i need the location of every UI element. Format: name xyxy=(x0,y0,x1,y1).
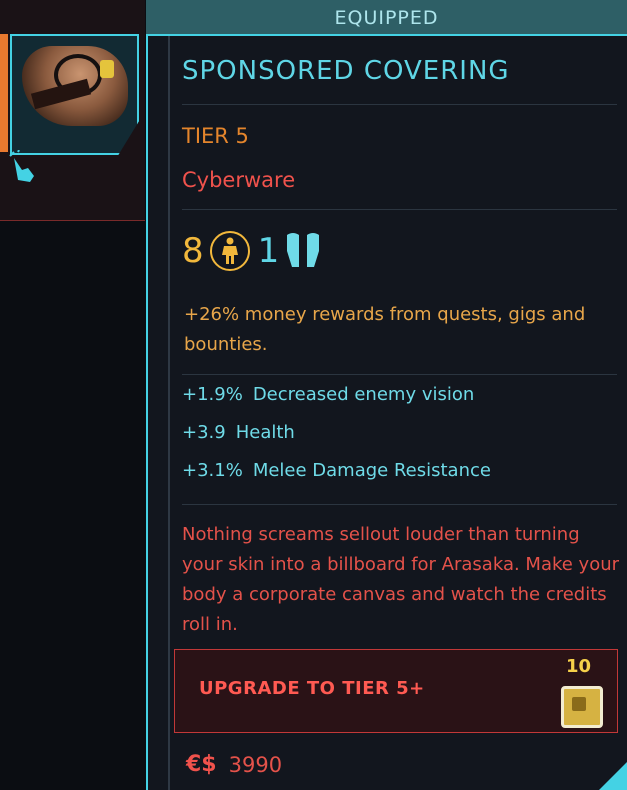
stat-bonus: +1.9% Decreased enemy vision xyxy=(182,384,475,405)
separator xyxy=(182,209,617,210)
price-value: 3990 xyxy=(228,752,283,777)
panel-corner xyxy=(599,762,627,790)
separator xyxy=(182,104,617,105)
item-effect: +26% money rewards from quests, gigs and… xyxy=(184,304,586,355)
item-name: SPONSORED COVERING xyxy=(182,56,510,86)
arms-slot-icon xyxy=(285,231,321,271)
slot-accent xyxy=(0,34,8,152)
item-tier: TIER 5 xyxy=(182,124,249,148)
capacity-cost: 8 xyxy=(182,231,204,271)
upgrade-component-icon xyxy=(561,686,603,728)
hand-cursor-icon xyxy=(8,149,44,191)
cyberware-slot[interactable] xyxy=(0,0,145,221)
body-capacity-icon xyxy=(209,231,250,271)
eurodollar-icon: €$ xyxy=(186,752,217,777)
upgrade-cost: 10 xyxy=(565,656,591,677)
upgrade-label: UPGRADE TO TIER 5+ xyxy=(199,678,425,699)
stat-bonus: +3.1% Melee Damage Resistance xyxy=(182,460,491,481)
separator xyxy=(182,374,617,375)
item-price: €$ 3990 xyxy=(186,752,282,777)
equipped-badge: EQUIPPED xyxy=(146,0,627,36)
stat-bonus: +3.9 Health xyxy=(182,422,295,443)
slot-count: 1 xyxy=(257,231,280,271)
item-category: Cyberware xyxy=(182,168,296,192)
tooltip-divider xyxy=(168,36,170,790)
upgrade-button[interactable]: UPGRADE TO TIER 5+ 10 xyxy=(174,649,618,733)
item-requirements: 8 1 xyxy=(182,226,321,276)
item-description: Nothing screams sellout louder than turn… xyxy=(182,524,620,635)
separator xyxy=(182,504,617,505)
